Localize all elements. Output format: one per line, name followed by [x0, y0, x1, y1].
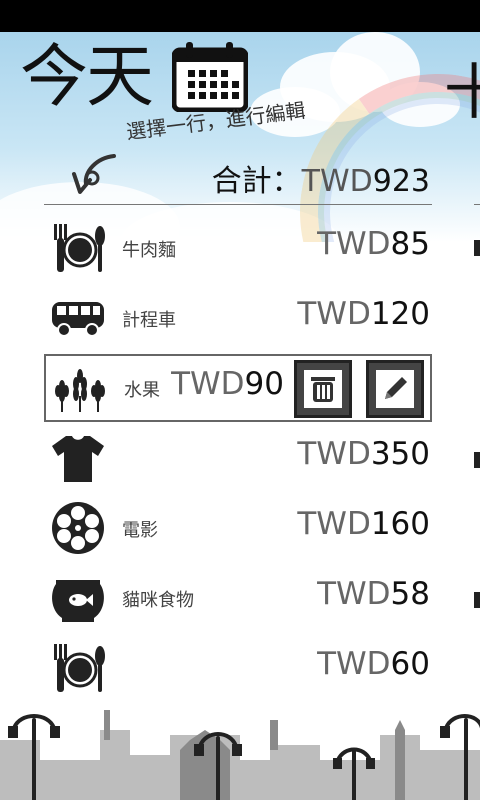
amount: 350	[370, 436, 430, 472]
expense-row-selected[interactable]: 水果 TWD90	[44, 354, 432, 422]
currency: TWD	[317, 646, 391, 682]
total-currency: TWD	[301, 164, 373, 199]
total-amount: 合計：TWD923	[212, 156, 430, 200]
tshirt-icon	[52, 436, 104, 482]
pencil-icon	[376, 370, 414, 408]
currency: TWD	[297, 296, 371, 332]
page-title: 今天	[20, 38, 154, 117]
currency: TWD	[297, 506, 371, 542]
bus-icon	[52, 302, 104, 337]
expense-row[interactable]: 貓咪食物 TWD58	[44, 564, 432, 634]
header-divider	[44, 204, 432, 205]
expense-amount: TWD58	[317, 576, 430, 612]
curved-arrow-icon	[72, 154, 116, 194]
expense-label: 計程車	[122, 310, 176, 331]
expense-label: 水果	[124, 380, 160, 401]
dining-icon	[54, 224, 105, 272]
expense-row[interactable]: TWD350	[44, 424, 432, 494]
amount: 85	[390, 226, 430, 262]
expense-row[interactable]: 計程車 TWD120	[44, 284, 432, 354]
expense-label: 牛肉麵	[122, 240, 176, 261]
expense-amount: TWD350	[297, 436, 430, 472]
currency: TWD	[317, 576, 391, 612]
fishbowl-icon	[52, 580, 104, 622]
currency: TWD	[171, 366, 245, 402]
amount: 120	[370, 296, 430, 332]
amount: 90	[244, 366, 284, 402]
expense-amount: TWD90	[171, 366, 284, 402]
delete-button[interactable]	[294, 360, 352, 418]
currency: TWD	[317, 226, 391, 262]
trash-icon	[304, 370, 342, 408]
next-page-divider	[474, 204, 480, 205]
amount: 60	[390, 646, 430, 682]
expense-amount: TWD120	[297, 296, 430, 332]
expense-amount: TWD60	[317, 646, 430, 682]
dining-icon	[54, 644, 105, 692]
city-skyline-illustration	[0, 710, 480, 800]
expense-amount: TWD85	[317, 226, 430, 262]
expense-list: 牛肉麵 TWD85 計程車 TWD120 水果 TWD90 TWD350 電影 …	[44, 214, 432, 704]
expense-amount: TWD160	[297, 506, 430, 542]
currency: TWD	[297, 436, 371, 472]
status-bar	[0, 0, 480, 32]
calendar-icon[interactable]	[172, 40, 248, 112]
total-label: 合計：	[211, 164, 302, 199]
grain-icon	[55, 369, 105, 412]
expense-row[interactable]: 電影 TWD160	[44, 494, 432, 564]
expense-label: 電影	[122, 520, 158, 541]
amount: 58	[390, 576, 430, 612]
amount: 160	[370, 506, 430, 542]
expense-label: 貓咪食物	[122, 590, 194, 611]
film-reel-icon	[52, 502, 104, 554]
edit-button[interactable]	[366, 360, 424, 418]
expense-row[interactable]: 牛肉麵 TWD85	[44, 214, 432, 284]
next-page-peek[interactable]: 十	[444, 44, 480, 131]
total-value: 923	[372, 164, 430, 199]
